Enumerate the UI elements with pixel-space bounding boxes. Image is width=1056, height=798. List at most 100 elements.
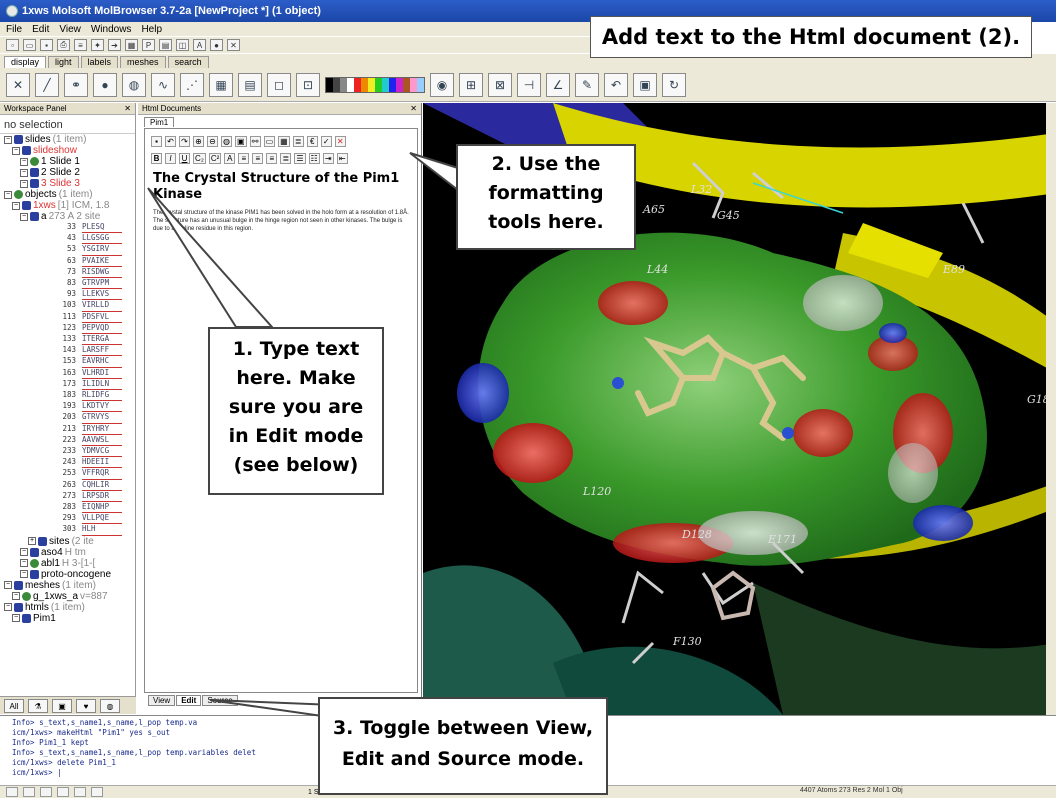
status-button-icon[interactable]: [57, 787, 69, 797]
tree-node[interactable]: − htmls (1 item): [0, 602, 135, 613]
expand-toggle-icon[interactable]: −: [20, 548, 28, 557]
status-button-icon[interactable]: [40, 787, 52, 797]
tab-globe-icon[interactable]: ◍: [100, 699, 120, 713]
sequence-row[interactable]: 53 YSGIRV: [0, 244, 135, 256]
tab-source-mode[interactable]: Source: [202, 695, 238, 706]
sequence-row[interactable]: 263 CQHLIR: [0, 480, 135, 491]
menu-view[interactable]: View: [59, 24, 81, 35]
new-file-icon[interactable]: ▫: [6, 39, 19, 51]
expand-toggle-icon[interactable]: −: [20, 212, 28, 221]
sequence-row[interactable]: 243 HDEEII: [0, 457, 135, 469]
sequence-row[interactable]: 163 VLHRDI: [0, 368, 135, 379]
sequence-row[interactable]: 113 PDSFVL: [0, 312, 135, 323]
check-icon[interactable]: ✓: [320, 136, 332, 147]
italic-icon[interactable]: I: [165, 153, 176, 164]
sticks-icon[interactable]: ⋰: [180, 72, 204, 97]
sequence-row[interactable]: 303 HLH: [0, 524, 135, 536]
subscript-icon[interactable]: C₂: [193, 153, 206, 164]
tab-display[interactable]: display: [4, 56, 47, 68]
sequence-row[interactable]: 223 AAVWSL: [0, 435, 135, 447]
refresh-icon[interactable]: ↻: [662, 72, 686, 97]
sequence-row[interactable]: 43 LLGSGG: [0, 233, 135, 245]
undo-icon[interactable]: ↶: [604, 72, 628, 97]
expand-toggle-icon[interactable]: −: [12, 614, 20, 623]
tab-search[interactable]: search: [167, 56, 209, 68]
expand-toggle-icon[interactable]: −: [4, 603, 12, 612]
undo-icon[interactable]: ↶: [165, 136, 176, 147]
numbered-list-icon[interactable]: ☷: [308, 153, 320, 164]
tree-node[interactable]: − proto-oncogene: [0, 569, 135, 580]
zoom-out-icon[interactable]: ⊖: [207, 136, 218, 147]
tools-icon[interactable]: ✕: [227, 39, 240, 51]
sequence-row[interactable]: 153 EAVRHC: [0, 356, 135, 368]
sequence-row[interactable]: 143 LARSFF: [0, 345, 135, 357]
wire-icon[interactable]: ╱: [35, 72, 59, 97]
document-heading[interactable]: The Crystal Structure of the Pim1 Kinase: [153, 171, 411, 203]
reset-view-icon[interactable]: ✕: [6, 72, 30, 97]
sequence-row[interactable]: 73 RISDWG: [0, 267, 135, 279]
sequence-row[interactable]: 93 LLEKVS: [0, 289, 135, 301]
label-icon[interactable]: ⊡: [296, 72, 320, 97]
superscript-icon[interactable]: C²: [208, 153, 222, 164]
tab-all[interactable]: All: [4, 699, 24, 713]
menu-help[interactable]: Help: [141, 24, 162, 35]
color-palette[interactable]: [325, 76, 425, 93]
color-icon[interactable]: ●: [210, 39, 223, 51]
tree-node[interactable]: − abl1 H 3-[1-[: [0, 558, 135, 569]
sequence-row[interactable]: 273 LRPSDR: [0, 491, 135, 503]
terminal-output[interactable]: Info> s_text,s_name1,s_name,l_pop temp.v…: [12, 718, 256, 778]
text-icon[interactable]: A: [193, 39, 206, 51]
tab-light[interactable]: light: [48, 56, 79, 68]
image-icon[interactable]: ▭: [263, 136, 276, 147]
tree-node[interactable]: − 2 Slide 2: [0, 167, 135, 178]
tab-labels[interactable]: labels: [80, 56, 119, 68]
save-image-icon[interactable]: ▣: [633, 72, 657, 97]
close-icon[interactable]: ✕: [410, 104, 417, 113]
expand-toggle-icon[interactable]: −: [4, 581, 12, 590]
layout-icon[interactable]: ▤: [159, 39, 172, 51]
tab-slides-icon[interactable]: ▣: [52, 699, 72, 713]
sequence-row[interactable]: 173 ILIDLN: [0, 379, 135, 391]
tree-node[interactable]: − Pim1: [0, 613, 135, 624]
expand-toggle-icon[interactable]: −: [20, 559, 28, 568]
surface-icon[interactable]: ◍: [122, 72, 146, 97]
font-color-icon[interactable]: A: [224, 153, 236, 164]
molecule-icon[interactable]: ✦: [91, 39, 104, 51]
tree-node[interactable]: − 3 Slide 3: [0, 178, 135, 189]
expand-toggle-icon[interactable]: −: [12, 201, 20, 210]
split-screen-icon[interactable]: ⊞: [459, 72, 483, 97]
save-icon[interactable]: ▪: [151, 136, 162, 147]
clip-icon[interactable]: ⊠: [488, 72, 512, 97]
status-button-icon[interactable]: [91, 787, 103, 797]
align-right-icon[interactable]: ≡: [266, 153, 278, 164]
redo-icon[interactable]: ↷: [179, 136, 190, 147]
sequence-row[interactable]: 253 VFFRQR: [0, 468, 135, 480]
zoom-icon[interactable]: ◻: [267, 72, 291, 97]
tree-node[interactable]: − slideshow: [0, 145, 135, 156]
underline-icon[interactable]: U: [179, 153, 190, 164]
cpk-icon[interactable]: ●: [93, 72, 117, 97]
table-view-icon[interactable]: ▤: [238, 72, 262, 97]
tree-node[interactable]: − meshes (1 item): [0, 580, 135, 591]
split-icon[interactable]: ◫: [176, 39, 189, 51]
tab-heart-icon[interactable]: ♥: [76, 699, 96, 713]
print-icon[interactable]: ⎙: [57, 39, 70, 51]
outdent-icon[interactable]: ⇤: [336, 153, 348, 164]
list-icon[interactable]: ≣: [292, 136, 304, 147]
status-button-icon[interactable]: [23, 787, 35, 797]
sequence-row[interactable]: 193 LKDTVY: [0, 401, 135, 413]
sequence-row[interactable]: 203 GTRVYS: [0, 412, 135, 424]
menu-file[interactable]: File: [6, 24, 22, 35]
expand-toggle-icon[interactable]: −: [4, 135, 12, 144]
sequence-row[interactable]: 213 IRYHRY: [0, 424, 135, 435]
tree-node[interactable]: − a 273 A 2 site: [0, 211, 135, 222]
table-icon[interactable]: ≡: [74, 39, 87, 51]
sequence-row[interactable]: 83 GTRVPM: [0, 278, 135, 290]
expand-toggle-icon[interactable]: −: [12, 146, 20, 155]
pdb-icon[interactable]: P: [142, 39, 155, 51]
terminal-prompt[interactable]: icm/1xws> |: [12, 768, 256, 778]
tab-chem-icon[interactable]: ⚗: [28, 699, 48, 713]
tree-node[interactable]: + sites (2 ite: [0, 536, 135, 547]
menu-edit[interactable]: Edit: [32, 24, 49, 35]
tab-meshes[interactable]: meshes: [120, 56, 166, 68]
